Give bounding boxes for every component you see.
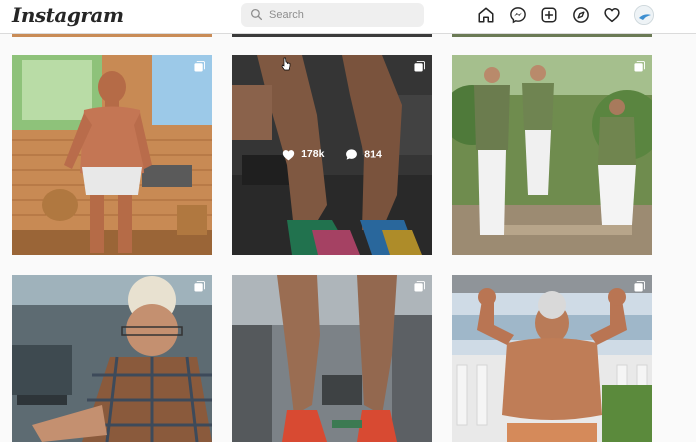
previous-row-post-edge bbox=[452, 34, 652, 37]
post-thumbnail[interactable] bbox=[12, 275, 212, 442]
new-post-icon[interactable] bbox=[540, 6, 558, 24]
post-thumbnail[interactable]: 178k 814 bbox=[232, 55, 432, 255]
previous-row-post-edge bbox=[232, 34, 432, 37]
multiple-images-icon bbox=[194, 281, 205, 292]
post-image bbox=[232, 275, 432, 442]
previous-row-post-edge bbox=[12, 34, 212, 37]
search-input[interactable] bbox=[269, 3, 419, 27]
comments-stat: 814 bbox=[345, 148, 382, 161]
instagram-logo[interactable]: Instagram bbox=[12, 3, 124, 27]
post-stats: 178k 814 bbox=[232, 148, 432, 161]
multiple-images-icon bbox=[414, 281, 425, 292]
multiple-images-icon bbox=[194, 61, 205, 72]
comments-count: 814 bbox=[364, 148, 382, 161]
post-image bbox=[12, 275, 212, 442]
multiple-images-icon bbox=[414, 61, 425, 72]
post-thumbnail[interactable] bbox=[232, 275, 432, 442]
search-box[interactable] bbox=[241, 3, 424, 27]
multiple-images-icon bbox=[634, 61, 645, 72]
messenger-icon[interactable] bbox=[509, 6, 527, 24]
post-image bbox=[12, 55, 212, 255]
profile-avatar[interactable] bbox=[634, 5, 654, 25]
heart-icon bbox=[282, 149, 295, 161]
likes-stat: 178k bbox=[282, 148, 325, 161]
post-image bbox=[452, 55, 652, 255]
comment-icon bbox=[346, 149, 358, 160]
post-thumbnail[interactable] bbox=[12, 55, 212, 255]
likes-count: 178k bbox=[301, 148, 325, 161]
explore-icon[interactable] bbox=[572, 6, 590, 24]
home-icon[interactable] bbox=[477, 6, 495, 24]
post-image bbox=[452, 275, 652, 442]
avatar-image bbox=[635, 6, 653, 24]
post-thumbnail[interactable] bbox=[452, 275, 652, 442]
multiple-images-icon bbox=[634, 281, 645, 292]
top-navigation-bar: Instagram bbox=[0, 0, 696, 34]
search-icon bbox=[250, 8, 263, 21]
mouse-pointer-icon bbox=[281, 57, 291, 71]
post-thumbnail[interactable] bbox=[452, 55, 652, 255]
activity-heart-icon[interactable] bbox=[603, 6, 621, 24]
